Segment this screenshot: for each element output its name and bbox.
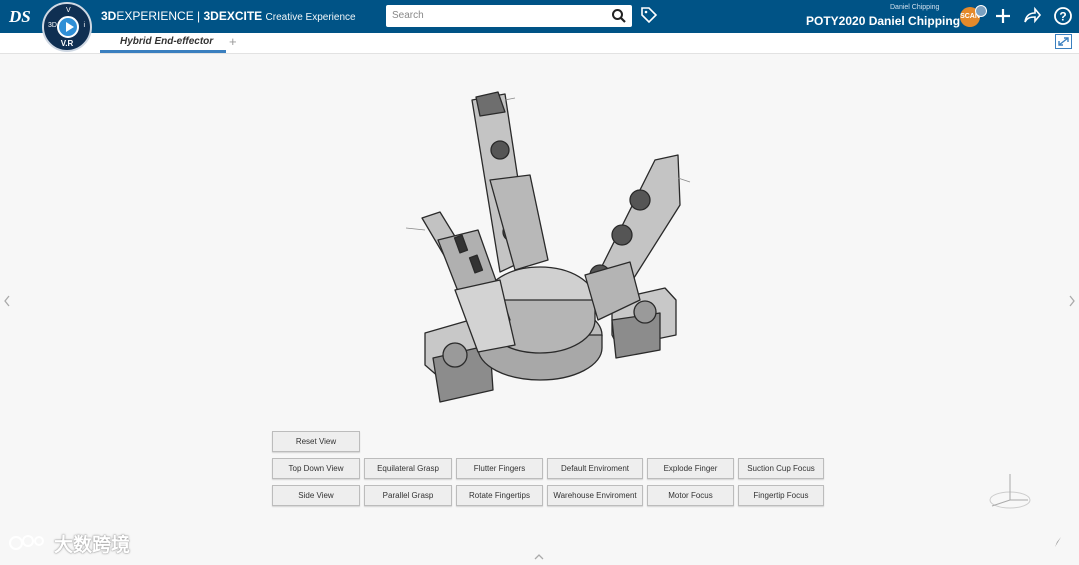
help-icon[interactable]: ? [1053, 6, 1073, 26]
compass-right-label: i [83, 22, 85, 29]
parallel-grasp-button[interactable]: Parallel Grasp [364, 485, 452, 506]
chevron-right-icon[interactable] [1067, 294, 1077, 308]
search-icon[interactable] [611, 8, 627, 24]
chevron-left-icon[interactable] [2, 294, 12, 308]
cursor-icon [1055, 537, 1061, 547]
reset-view-button[interactable]: Reset View [272, 431, 360, 452]
tab-bar: Hybrid End-effector + [0, 33, 1079, 54]
add-icon[interactable] [993, 6, 1013, 26]
flutter-fingers-button[interactable]: Flutter Fingers [456, 458, 543, 479]
app-brand: 3DEXPERIENCE | 3DEXCITE Creative Experie… [101, 9, 356, 23]
compass-play [57, 16, 79, 38]
explode-finger-button[interactable]: Explode Finger [647, 458, 734, 479]
svg-text:?: ? [1059, 10, 1066, 24]
compass-left-label: 3D [48, 22, 57, 29]
watermark-logo-icon [9, 535, 44, 550]
watermark-text: 大数跨境 [54, 535, 131, 556]
equilateral-grasp-button[interactable]: Equilateral Grasp [364, 458, 452, 479]
expand-icon[interactable] [1055, 34, 1072, 49]
triad-icon[interactable] [988, 470, 1032, 514]
top-down-view-button[interactable]: Top Down View [272, 458, 360, 479]
default-enviroment-button[interactable]: Default Enviroment [547, 458, 643, 479]
add-tab-button[interactable]: + [229, 34, 237, 49]
suction-cup-focus-button[interactable]: Suction Cup Focus [738, 458, 824, 479]
search-input[interactable]: Search [386, 5, 632, 27]
tab-label: Hybrid End-effector [120, 36, 214, 47]
chevron-up-icon[interactable] [533, 553, 545, 561]
motor-focus-button[interactable]: Motor Focus [647, 485, 734, 506]
warehouse-enviroment-button[interactable]: Warehouse Enviroment [547, 485, 643, 506]
tag-icon[interactable] [640, 6, 658, 24]
avatar-badge [975, 5, 987, 17]
side-view-button[interactable]: Side View [272, 485, 360, 506]
user-name-small: Daniel Chipping [890, 4, 940, 11]
top-bar: DS 3DEXPERIENCE | 3DEXCITE Creative Expe… [0, 0, 1079, 33]
compass-icon[interactable]: V 3D i V.R [42, 2, 92, 52]
tab-hybrid-end-effector[interactable]: Hybrid End-effector [100, 33, 226, 53]
share-icon[interactable] [1022, 6, 1042, 26]
fingertip-focus-button[interactable]: Fingertip Focus [738, 485, 824, 506]
compass-label: V.R [60, 39, 74, 48]
svg-text:DS: DS [8, 7, 31, 26]
ds-logo-icon[interactable]: DS [8, 5, 34, 27]
search-placeholder: Search [392, 10, 424, 21]
rotate-fingertips-button[interactable]: Rotate Fingertips [456, 485, 543, 506]
compass-top-label: V [66, 7, 71, 14]
user-menu[interactable]: POTY2020 Daniel Chipping ⌄ [806, 14, 973, 28]
expand-arrows [1058, 37, 1069, 46]
